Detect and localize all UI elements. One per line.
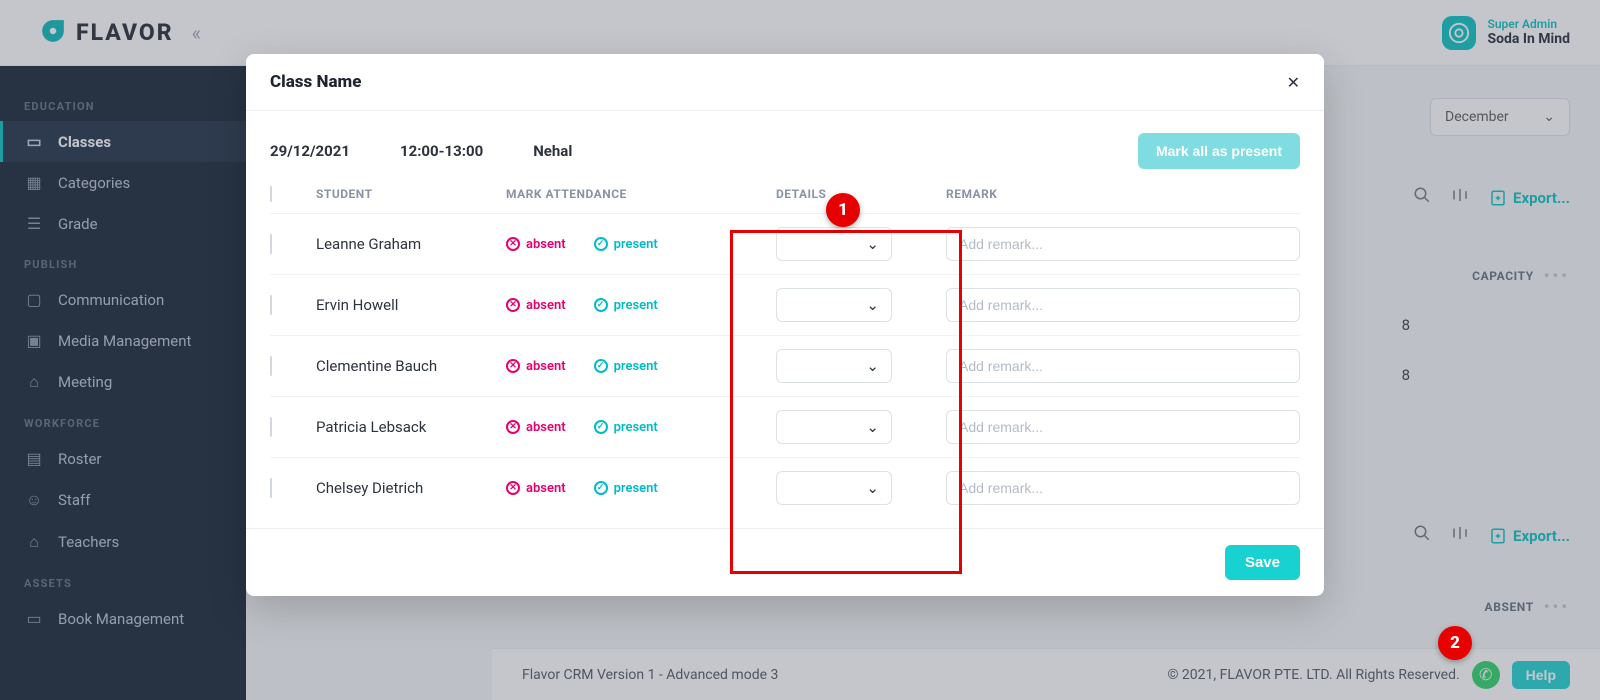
mark-all-present-button[interactable]: Mark all as present <box>1138 133 1300 169</box>
save-button[interactable]: Save <box>1225 545 1300 580</box>
absent-label: absent <box>526 237 566 252</box>
absent-label: absent <box>526 420 566 435</box>
student-name: Ervin Howell <box>316 296 506 314</box>
remark-input[interactable] <box>946 410 1300 444</box>
remark-input[interactable] <box>946 471 1300 505</box>
remark-input[interactable] <box>946 288 1300 322</box>
col-details: DETAILS <box>776 187 946 201</box>
row-checkbox[interactable] <box>270 295 272 315</box>
absent-label: absent <box>526 298 566 313</box>
chevron-down-icon: ⌄ <box>866 296 879 314</box>
select-all-checkbox[interactable] <box>270 186 272 202</box>
col-remark: REMARK <box>946 187 1300 201</box>
absent-icon <box>506 237 520 251</box>
details-select[interactable]: ⌄ <box>776 410 892 444</box>
table-row: Patricia Lebsack absent present ⌄ <box>270 397 1300 458</box>
table-row: Chelsey Dietrich absent present ⌄ <box>270 458 1300 518</box>
row-checkbox[interactable] <box>270 356 272 376</box>
student-name: Leanne Graham <box>316 235 506 253</box>
modal-footer: Save <box>246 528 1324 596</box>
chevron-down-icon: ⌄ <box>866 479 879 497</box>
absent-icon <box>506 359 520 373</box>
absent-button[interactable]: absent <box>506 420 566 435</box>
present-label: present <box>614 420 658 435</box>
present-icon <box>594 481 608 495</box>
row-checkbox[interactable] <box>270 234 272 254</box>
present-label: present <box>614 481 658 496</box>
present-button[interactable]: present <box>594 298 658 313</box>
present-label: present <box>614 237 658 252</box>
present-label: present <box>614 359 658 374</box>
absent-label: absent <box>526 359 566 374</box>
table-row: Leanne Graham absent present ⌄ <box>270 214 1300 275</box>
modal-header: Class Name ✕ <box>246 54 1324 111</box>
row-checkbox[interactable] <box>270 417 272 437</box>
details-select[interactable]: ⌄ <box>776 471 892 505</box>
absent-button[interactable]: absent <box>506 481 566 496</box>
attendance-table: STUDENT MARK ATTENDANCE DETAILS REMARK L… <box>246 175 1324 528</box>
class-teacher: Nehal <box>533 142 572 160</box>
modal-title: Class Name <box>270 72 361 92</box>
absent-button[interactable]: absent <box>506 237 566 252</box>
table-header: STUDENT MARK ATTENDANCE DETAILS REMARK <box>270 175 1300 214</box>
student-name: Patricia Lebsack <box>316 418 506 436</box>
chevron-down-icon: ⌄ <box>866 235 879 253</box>
row-checkbox[interactable] <box>270 478 272 498</box>
present-label: present <box>614 298 658 313</box>
table-row: Clementine Bauch absent present ⌄ <box>270 336 1300 397</box>
absent-button[interactable]: absent <box>506 298 566 313</box>
close-icon[interactable]: ✕ <box>1287 73 1300 92</box>
absent-icon <box>506 481 520 495</box>
present-icon <box>594 298 608 312</box>
details-select[interactable]: ⌄ <box>776 227 892 261</box>
remark-input[interactable] <box>946 227 1300 261</box>
col-student: STUDENT <box>316 187 506 201</box>
chevron-down-icon: ⌄ <box>866 357 879 375</box>
details-select[interactable]: ⌄ <box>776 349 892 383</box>
class-date: 29/12/2021 <box>270 142 350 160</box>
absent-icon <box>506 420 520 434</box>
absent-button[interactable]: absent <box>506 359 566 374</box>
remark-input[interactable] <box>946 349 1300 383</box>
present-icon <box>594 237 608 251</box>
present-button[interactable]: present <box>594 237 658 252</box>
modal-meta: 29/12/2021 12:00-13:00 Nehal Mark all as… <box>246 111 1324 175</box>
present-button[interactable]: present <box>594 359 658 374</box>
chevron-down-icon: ⌄ <box>866 418 879 436</box>
attendance-modal: Class Name ✕ 29/12/2021 12:00-13:00 Neha… <box>246 54 1324 596</box>
table-row: Ervin Howell absent present ⌄ <box>270 275 1300 336</box>
student-name: Clementine Bauch <box>316 357 506 375</box>
present-icon <box>594 420 608 434</box>
present-button[interactable]: present <box>594 481 658 496</box>
col-attendance: MARK ATTENDANCE <box>506 187 776 201</box>
absent-icon <box>506 298 520 312</box>
student-name: Chelsey Dietrich <box>316 479 506 497</box>
class-time: 12:00-13:00 <box>400 142 483 160</box>
present-icon <box>594 359 608 373</box>
present-button[interactable]: present <box>594 420 658 435</box>
details-select[interactable]: ⌄ <box>776 288 892 322</box>
absent-label: absent <box>526 481 566 496</box>
